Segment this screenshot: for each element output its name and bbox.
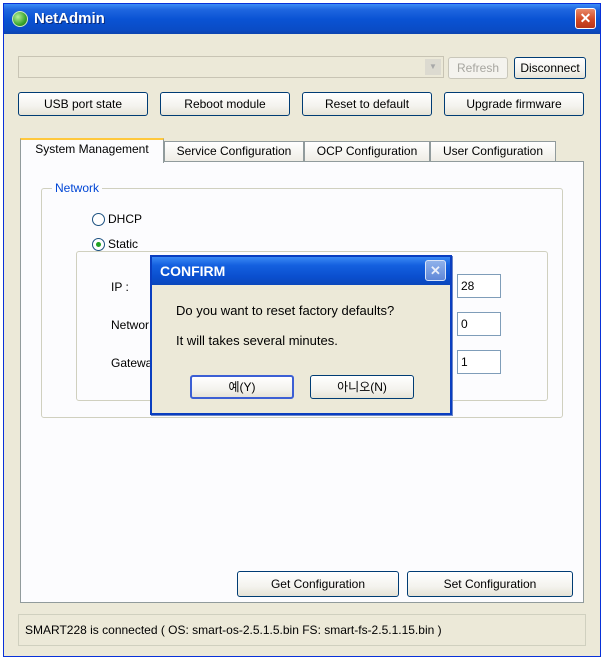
chevron-down-icon[interactable]: ▼ <box>425 59 441 75</box>
confirm-title: CONFIRM <box>160 263 226 279</box>
confirm-dialog: CONFIRM ✕ Do you want to reset factory d… <box>150 255 452 415</box>
reset-to-default-button[interactable]: Reset to default <box>302 92 432 116</box>
usb-port-state-button[interactable]: USB port state <box>18 92 148 116</box>
confirm-message-line1: Do you want to reset factory defaults? <box>176 303 395 318</box>
netadmin-globe-icon <box>12 11 28 27</box>
confirm-title-bar[interactable]: CONFIRM ✕ <box>152 257 450 285</box>
confirm-close-icon[interactable]: ✕ <box>425 260 446 281</box>
tab-service-configuration[interactable]: Service Configuration <box>164 141 304 162</box>
upgrade-firmware-button[interactable]: Upgrade firmware <box>444 92 584 116</box>
disconnect-button[interactable]: Disconnect <box>514 57 586 79</box>
static-radio[interactable] <box>92 238 105 251</box>
ip-field[interactable]: 28 <box>457 274 501 298</box>
window-close-button[interactable]: ✕ <box>575 8 596 29</box>
yes-button[interactable]: 예(Y) <box>190 375 294 399</box>
get-configuration-button[interactable]: Get Configuration <box>237 571 399 597</box>
gateway-field[interactable]: 1 <box>457 350 501 374</box>
gateway-label: Gatewa <box>111 356 153 370</box>
ip-label: IP : <box>111 280 129 294</box>
no-button[interactable]: 아니오(N) <box>310 375 414 399</box>
tab-user-configuration[interactable]: User Configuration <box>430 141 556 162</box>
dhcp-label: DHCP <box>108 212 143 226</box>
tab-system-management[interactable]: System Management <box>20 138 164 163</box>
tab-ocp-configuration[interactable]: OCP Configuration <box>304 141 430 162</box>
static-label: Static <box>108 237 139 251</box>
netmask-field[interactable]: 0 <box>457 312 501 336</box>
reboot-module-button[interactable]: Reboot module <box>160 92 290 116</box>
device-combo[interactable]: ▼ <box>18 56 444 78</box>
refresh-button[interactable]: Refresh <box>448 57 508 79</box>
set-configuration-button[interactable]: Set Configuration <box>407 571 573 597</box>
network-group-legend: Network <box>52 181 103 195</box>
dhcp-radio[interactable] <box>92 213 105 226</box>
confirm-message-line2: It will takes several minutes. <box>176 333 338 348</box>
status-bar: SMART228 is connected ( OS: smart-os-2.5… <box>18 614 586 646</box>
window-title: NetAdmin <box>34 10 105 27</box>
netmask-label: Networ <box>111 318 150 332</box>
title-bar[interactable]: NetAdmin ✕ <box>4 4 600 34</box>
